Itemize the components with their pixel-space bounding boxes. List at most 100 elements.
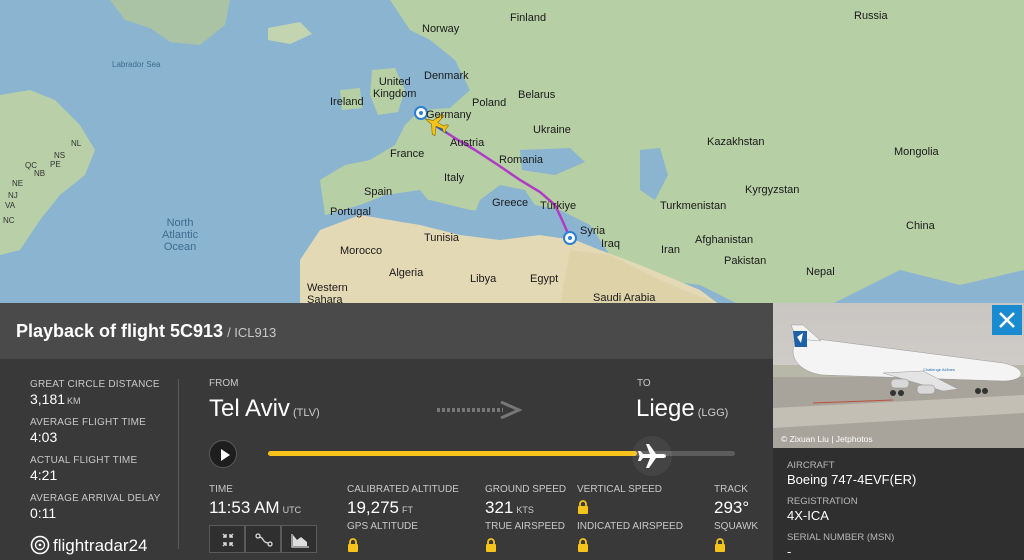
close-button[interactable]: [992, 305, 1022, 335]
vertical-speed-lock-icon[interactable]: [577, 500, 589, 515]
map-label-romania: Romania: [499, 154, 544, 166]
fit-view-button[interactable]: [209, 525, 245, 553]
map-label-labrador-sea: Labrador Sea: [112, 60, 161, 69]
map-label-norway: Norway: [422, 23, 460, 35]
indicated-airspeed-lock-icon[interactable]: [577, 538, 589, 553]
map-label-ireland: Ireland: [330, 96, 364, 108]
map-label-portugal: Portugal: [330, 206, 371, 218]
flight-title: Playback of flight 5C913: [16, 321, 224, 341]
map-label-austria: Austria: [450, 137, 485, 149]
indicated-airspeed-label: INDICATED AIRSPEED: [577, 521, 683, 532]
aircraft-type-label: AIRCRAFT: [787, 460, 835, 471]
map-label-mongolia: Mongolia: [894, 146, 939, 158]
map-label-syria: Syria: [580, 225, 606, 237]
time-label: TIME: [209, 484, 233, 495]
origin-pin-icon: [563, 231, 577, 245]
map-label-russia: Russia: [854, 10, 888, 22]
vertical-speed-label: VERTICAL SPEED: [577, 484, 663, 495]
track-value: 293°: [714, 498, 750, 517]
gps-altitude-lock-icon[interactable]: [347, 538, 359, 553]
photo-credit[interactable]: © Zixuan Liu | Jetphotos: [781, 434, 873, 444]
map-label-algeria: Algeria: [389, 267, 424, 279]
map-label-egypt: Egypt: [530, 273, 559, 285]
close-icon: [999, 312, 1015, 328]
map-label-western-sahara: Western Sahara: [307, 282, 348, 305]
true-airspeed-lock-icon[interactable]: [485, 538, 497, 553]
map-label-libya: Libya: [470, 273, 497, 285]
play-button[interactable]: [209, 440, 237, 468]
map-label-china: China: [906, 220, 935, 232]
stat-value-actual-flight-time: 4:21: [30, 467, 58, 483]
playback-scrubber[interactable]: [632, 436, 672, 476]
map-label-belarus: Belarus: [518, 89, 556, 101]
track-label: TRACK: [714, 484, 748, 495]
ground-speed-label: GROUND SPEED: [485, 484, 567, 495]
stat-value-arrival-delay: 0:11: [30, 505, 57, 521]
map-label-iran: Iran: [661, 244, 680, 256]
graph-view-button[interactable]: [281, 525, 317, 553]
gps-altitude-label: GPS ALTITUDE: [347, 521, 418, 532]
squawk-lock-icon[interactable]: [714, 538, 726, 553]
map-label-finland: Finland: [510, 12, 547, 24]
flight-map[interactable]: Finland Norway Russia Labrador Sea Unite…: [0, 0, 1024, 305]
map-label-north-atlantic: North Atlantic Ocean: [162, 217, 199, 253]
playback-progress-fill: [268, 451, 637, 456]
stat-value-distance: 3,181 KM: [30, 391, 81, 407]
calibrated-altitude-value: 19,275 FT: [347, 498, 413, 517]
aircraft-type-value: Boeing 747-4EVF(ER): [787, 472, 917, 487]
map-label-pe: PE: [50, 160, 61, 169]
map-label-poland: Poland: [472, 97, 507, 109]
registration-label: REGISTRATION: [787, 496, 858, 507]
map-label-ne: NE: [12, 179, 24, 188]
map-label-nl: NL: [71, 139, 82, 148]
route-path-icon: [255, 533, 273, 547]
column-divider: [178, 379, 179, 549]
map-label-pakistan: Pakistan: [724, 255, 767, 267]
map-label-iraq: Iraq: [601, 238, 620, 250]
from-label: FROM: [209, 378, 239, 389]
map-label-uk: United Kingdom: [373, 76, 417, 100]
registration-value: 4X-ICA: [787, 508, 829, 523]
map-label-qc: QC: [25, 161, 37, 170]
time-value: 11:53 AM UTC: [209, 498, 302, 517]
map-label-italy: Italy: [444, 172, 465, 184]
radar-icon: [30, 535, 50, 555]
map-label-nc: NC: [3, 216, 15, 225]
map-label-nepal: Nepal: [806, 266, 835, 278]
serial-number-value: -: [787, 544, 792, 559]
map-label-france: France: [390, 148, 425, 160]
squawk-label: SQUAWK: [714, 521, 759, 532]
aircraft-panel: Challenge Airlines © Zixuan Liu | Jetpho…: [773, 303, 1024, 560]
map-label-va: VA: [5, 201, 16, 210]
flight-callsign: / ICL913: [227, 325, 277, 340]
map-label-turkmenistan: Turkmenistan: [660, 200, 727, 212]
map-label-tunisia: Tunisia: [424, 232, 460, 244]
svg-text:Challenge Airlines: Challenge Airlines: [923, 367, 955, 372]
collapse-arrows-icon: [222, 533, 234, 547]
stat-label-actual-flight-time: ACTUAL FLIGHT TIME: [30, 455, 138, 466]
to-city: Liege (LGG): [636, 395, 729, 422]
map-canvas: [0, 0, 1024, 305]
map-label-kazakhstan: Kazakhstan: [707, 136, 765, 148]
map-label-spain: Spain: [364, 186, 393, 198]
stat-label-average-flight-time: AVERAGE FLIGHT TIME: [30, 417, 147, 428]
map-label-afghanistan: Afghanistan: [695, 234, 754, 246]
to-label: TO: [637, 378, 651, 389]
map-label-turkiye: Türkiye: [540, 200, 577, 212]
play-icon: [221, 449, 230, 461]
map-label-denmark: Denmark: [424, 70, 469, 82]
area-chart-icon: [291, 534, 309, 548]
from-city: Tel Aviv (TLV): [209, 395, 320, 422]
route-view-button[interactable]: [245, 525, 281, 553]
true-airspeed-label: TRUE AIRSPEED: [485, 521, 566, 532]
map-label-germany: Germany: [426, 109, 472, 121]
route-arrow-icon: [437, 401, 523, 419]
map-label-morocco: Morocco: [340, 245, 383, 257]
panel-header: Playback of flight 5C913/ ICL913: [0, 303, 773, 359]
stat-value-average-flight-time: 4:03: [30, 429, 58, 445]
stat-label-arrival-delay: AVERAGE ARRIVAL DELAY: [30, 493, 161, 504]
map-label-kyrgyzstan: Kyrgyzstan: [745, 184, 800, 196]
map-label-greece: Greece: [492, 197, 529, 209]
aircraft-photo[interactable]: Challenge Airlines © Zixuan Liu | Jetpho…: [773, 303, 1024, 448]
flightradar24-logo[interactable]: flightradar24: [30, 535, 148, 556]
